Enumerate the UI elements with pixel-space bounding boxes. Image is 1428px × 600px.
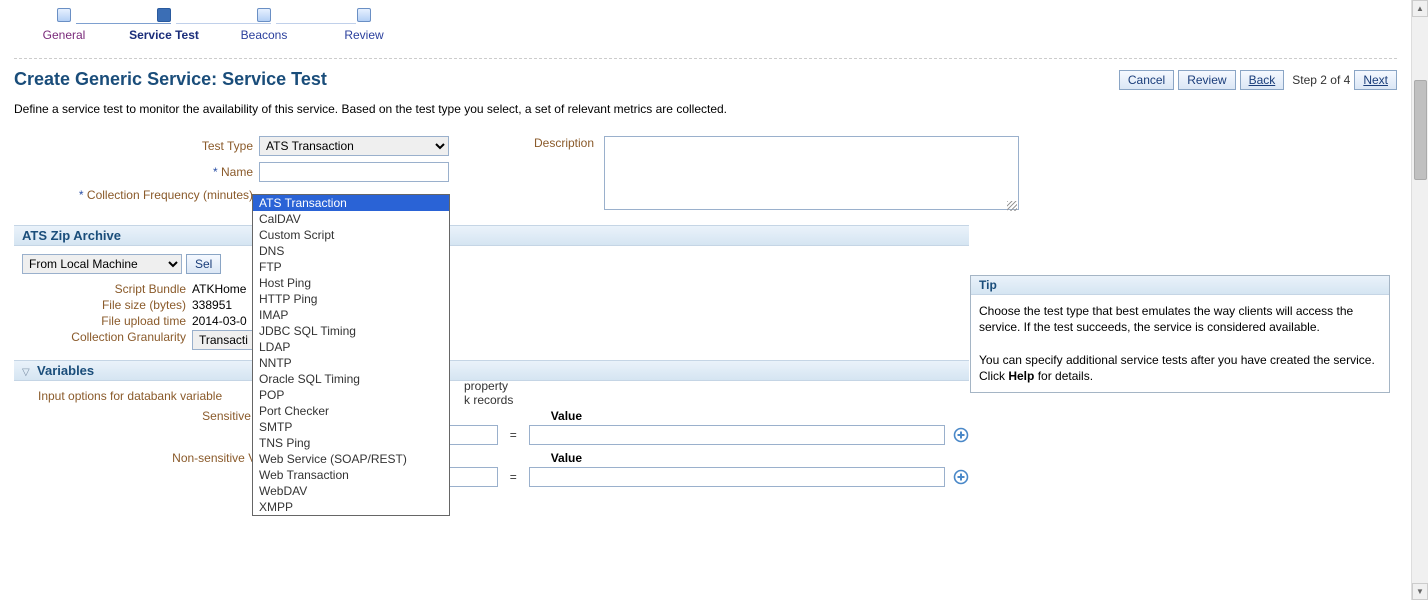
help-link[interactable]: Help bbox=[1008, 369, 1034, 383]
select-file-button[interactable]: Sel bbox=[186, 254, 221, 274]
step-indicator: Step 2 of 4 bbox=[1288, 73, 1350, 87]
description-textarea[interactable] bbox=[604, 136, 1019, 210]
ats-zip-archive-header: ATS Zip Archive bbox=[14, 225, 969, 246]
review-button[interactable]: Review bbox=[1178, 70, 1235, 90]
dropdown-option[interactable]: HTTP Ping bbox=[253, 291, 449, 307]
tip-title: Tip bbox=[971, 276, 1389, 295]
wizard-step-label: Service Test bbox=[129, 28, 199, 42]
equals-sign: = bbox=[506, 428, 521, 442]
dropdown-option[interactable]: DNS bbox=[253, 243, 449, 259]
collection-granularity-label: Collection Granularity bbox=[22, 330, 192, 350]
scroll-thumb[interactable] bbox=[1414, 80, 1427, 180]
sensitive-value-input[interactable] bbox=[529, 425, 945, 445]
dropdown-option[interactable]: ATS Transaction bbox=[253, 195, 449, 211]
vertical-scrollbar[interactable]: ▲ ▼ bbox=[1411, 0, 1428, 600]
wizard-step-label: General bbox=[43, 28, 86, 42]
instruction-text: Define a service test to monitor the ava… bbox=[14, 102, 1397, 116]
file-size-label: File size (bytes) bbox=[22, 298, 192, 312]
add-row-icon[interactable] bbox=[953, 427, 969, 443]
wizard-step-service-test[interactable]: Service Test bbox=[114, 8, 214, 42]
wizard-step-review[interactable]: Review bbox=[314, 8, 414, 42]
scroll-up-arrow-icon[interactable]: ▲ bbox=[1412, 0, 1428, 17]
dropdown-option[interactable]: Port Checker bbox=[253, 403, 449, 419]
dropdown-option[interactable]: Oracle SQL Timing bbox=[253, 371, 449, 387]
cancel-button[interactable]: Cancel bbox=[1119, 70, 1174, 90]
dropdown-option[interactable]: IMAP bbox=[253, 307, 449, 323]
file-size-value: 338951 bbox=[192, 298, 232, 312]
nonsensitive-value-input[interactable] bbox=[529, 467, 945, 487]
value-column-header: Value bbox=[551, 409, 582, 423]
dropdown-option[interactable]: FTP bbox=[253, 259, 449, 275]
nonsensitive-values-label: Non-sensitive Values bbox=[14, 451, 284, 465]
collection-frequency-label: * Collection Frequency (minutes) bbox=[14, 188, 259, 202]
file-upload-time-value: 2014-03-0 bbox=[192, 314, 247, 328]
dropdown-option[interactable]: CalDAV bbox=[253, 211, 449, 227]
add-row-icon[interactable] bbox=[953, 469, 969, 485]
wizard-step-general[interactable]: General bbox=[14, 8, 114, 42]
divider bbox=[14, 58, 1397, 59]
variables-header[interactable]: ▽ Variables bbox=[14, 360, 969, 381]
variables-right-text-2: k records bbox=[464, 393, 969, 407]
tip-panel: Tip Choose the test type that best emula… bbox=[970, 275, 1390, 393]
dropdown-option[interactable]: NNTP bbox=[253, 355, 449, 371]
wizard-step-beacons[interactable]: Beacons bbox=[214, 8, 314, 42]
section-title: ATS Zip Archive bbox=[22, 228, 961, 243]
test-type-select[interactable]: ATS Transaction bbox=[259, 136, 449, 156]
resize-handle-icon[interactable] bbox=[1007, 201, 1017, 211]
next-button[interactable]: Next bbox=[1354, 70, 1397, 90]
dropdown-option[interactable]: XMPP bbox=[253, 499, 449, 515]
wizard-step-label: Review bbox=[344, 28, 383, 42]
sensitive-values-label: Sensitive Value bbox=[14, 409, 284, 423]
dropdown-option[interactable]: Custom Script bbox=[253, 227, 449, 243]
test-type-dropdown-list[interactable]: ATS TransactionCalDAVCustom ScriptDNSFTP… bbox=[252, 194, 450, 516]
description-label: Description bbox=[534, 136, 594, 150]
tip-paragraph-2: You can specify additional service tests… bbox=[979, 352, 1381, 384]
dropdown-option[interactable]: LDAP bbox=[253, 339, 449, 355]
dropdown-option[interactable]: JDBC SQL Timing bbox=[253, 323, 449, 339]
source-select[interactable]: From Local Machine bbox=[22, 254, 182, 274]
script-bundle-label: Script Bundle bbox=[22, 282, 192, 296]
wizard-train: General Service Test Beacons Review bbox=[14, 8, 1397, 42]
required-marker: * bbox=[79, 188, 84, 202]
variables-right-text-1: property bbox=[464, 379, 969, 393]
dropdown-option[interactable]: Web Service (SOAP/REST) bbox=[253, 451, 449, 467]
collapse-triangle-icon[interactable]: ▽ bbox=[22, 367, 30, 378]
dropdown-option[interactable]: POP bbox=[253, 387, 449, 403]
required-marker: * bbox=[213, 165, 218, 179]
wizard-step-label: Beacons bbox=[241, 28, 288, 42]
back-button[interactable]: Back bbox=[1240, 70, 1285, 90]
file-upload-time-label: File upload time bbox=[22, 314, 192, 328]
test-type-label: Test Type bbox=[14, 139, 259, 153]
name-input[interactable] bbox=[259, 162, 449, 182]
dropdown-option[interactable]: Host Ping bbox=[253, 275, 449, 291]
dropdown-option[interactable]: TNS Ping bbox=[253, 435, 449, 451]
equals-sign: = bbox=[506, 470, 521, 484]
scroll-down-arrow-icon[interactable]: ▼ bbox=[1412, 583, 1428, 600]
value-column-header: Value bbox=[551, 451, 582, 465]
section-title: Variables bbox=[37, 363, 94, 378]
dropdown-option[interactable]: WebDAV bbox=[253, 483, 449, 499]
tip-paragraph-1: Choose the test type that best emulates … bbox=[979, 303, 1381, 335]
script-bundle-value: ATKHome bbox=[192, 282, 246, 296]
dropdown-option[interactable]: SMTP bbox=[253, 419, 449, 435]
name-label: * Name bbox=[14, 165, 259, 179]
dropdown-option[interactable]: Web Transaction bbox=[253, 467, 449, 483]
